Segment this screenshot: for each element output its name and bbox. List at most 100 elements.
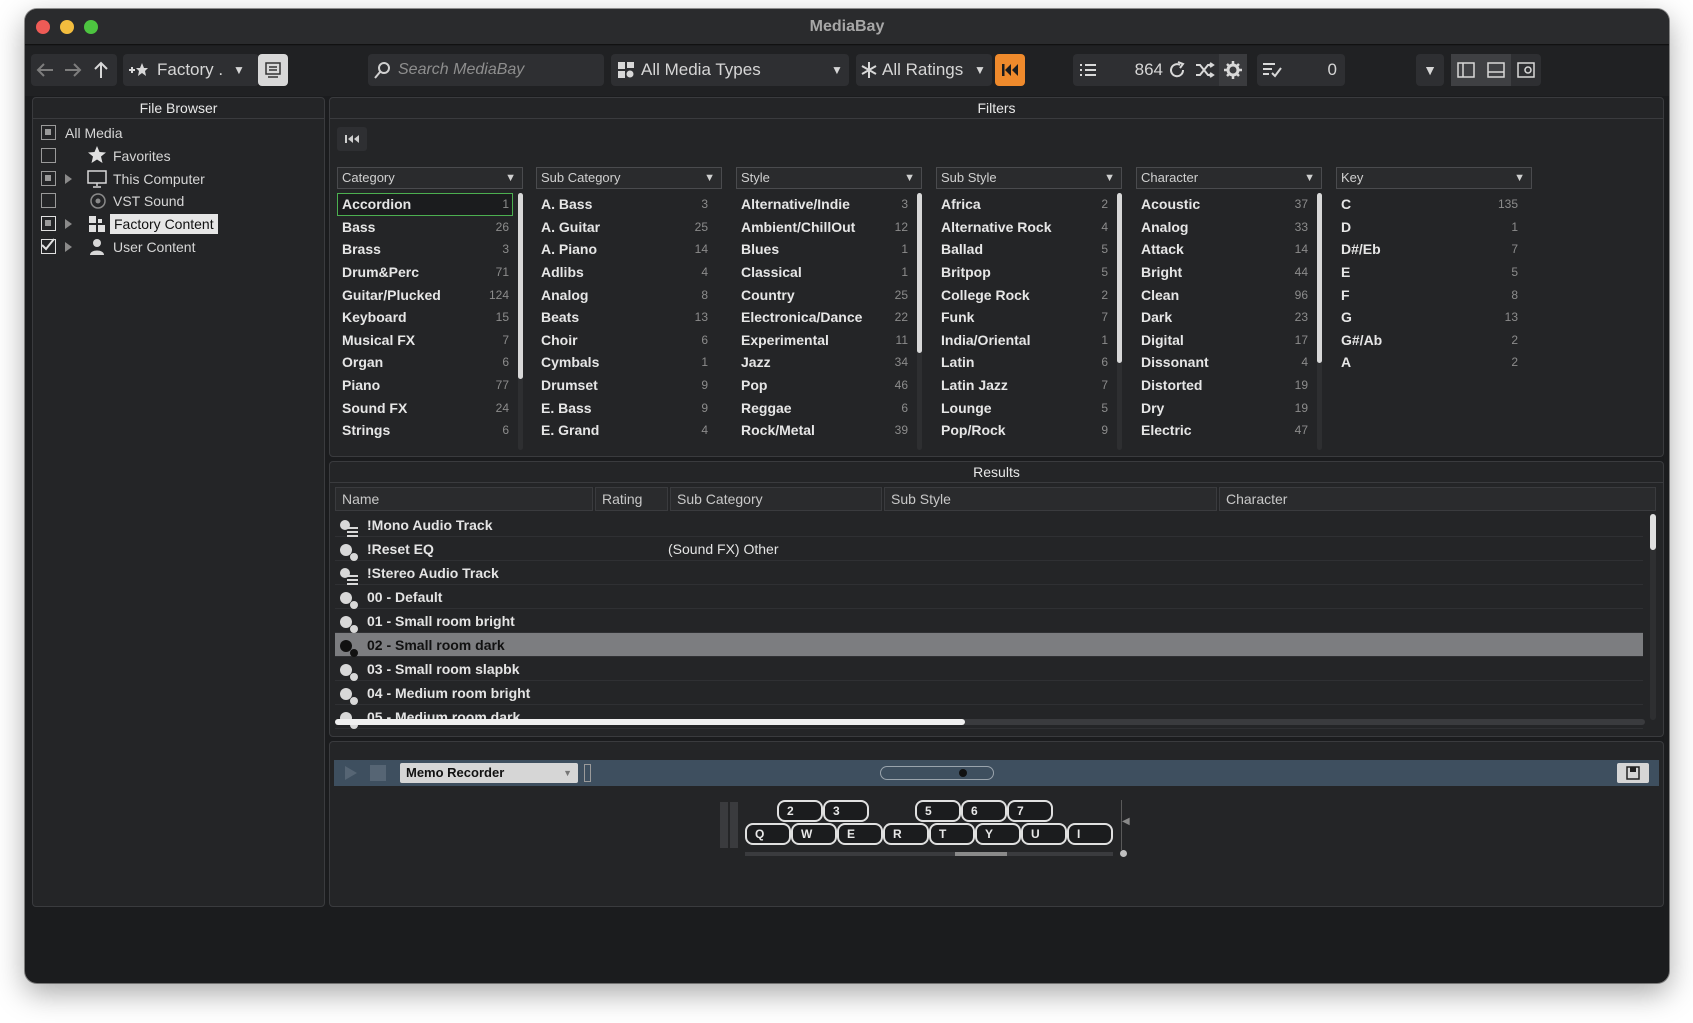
filter-item[interactable]: E. Grand 4 bbox=[536, 419, 712, 442]
filter-item[interactable]: Acoustic 37 bbox=[1136, 193, 1312, 216]
column-header-character[interactable]: Character bbox=[1219, 487, 1656, 511]
result-row[interactable]: 00 - Default bbox=[335, 585, 1643, 609]
virtual-key-w[interactable]: W bbox=[791, 823, 837, 845]
column-header-sub-category[interactable]: Sub Category bbox=[670, 487, 882, 511]
reset-filters-button[interactable] bbox=[995, 54, 1025, 86]
filter-item[interactable]: Guitar/Plucked 124 bbox=[337, 283, 513, 306]
filter-item[interactable]: Rock/Metal 39 bbox=[736, 419, 912, 442]
checkbox-checked[interactable] bbox=[41, 238, 56, 254]
filter-item[interactable]: Attack 14 bbox=[1136, 238, 1312, 261]
search-field[interactable]: Search MediaBay bbox=[368, 54, 604, 86]
result-row[interactable]: 01 - Small room bright bbox=[335, 609, 1643, 633]
up-arrow-icon[interactable] bbox=[87, 61, 115, 79]
result-row[interactable]: 05 - Medium room dark bbox=[335, 705, 1643, 729]
list-view-icon[interactable] bbox=[1073, 63, 1103, 77]
filter-item[interactable]: Bass 26 bbox=[337, 216, 513, 239]
scrollbar-thumb[interactable] bbox=[1650, 514, 1656, 550]
search-input[interactable]: Search MediaBay bbox=[398, 61, 524, 79]
filter-item[interactable]: Organ 6 bbox=[337, 351, 513, 374]
filter-item[interactable]: Adlibs 4 bbox=[536, 261, 712, 284]
filter-item[interactable]: Classical 1 bbox=[736, 261, 912, 284]
filter-column-header[interactable]: Key ▼ bbox=[1336, 167, 1532, 189]
virtual-key-7[interactable]: 7 bbox=[1007, 800, 1053, 822]
result-row[interactable]: 04 - Medium room bright bbox=[335, 681, 1643, 705]
forward-arrow-icon[interactable] bbox=[59, 63, 87, 77]
ratings-dropdown[interactable]: All Ratings ▼ bbox=[856, 54, 992, 86]
filter-item[interactable]: Alternative/Indie 3 bbox=[736, 193, 912, 216]
filter-item[interactable]: Bright 44 bbox=[1136, 261, 1312, 284]
virtual-key-u[interactable]: U bbox=[1021, 823, 1067, 845]
filter-scrollbar[interactable] bbox=[518, 193, 523, 450]
refresh-icon[interactable] bbox=[1163, 61, 1191, 79]
result-row[interactable]: !Mono Audio Track bbox=[335, 513, 1643, 537]
filter-item[interactable]: Africa 2 bbox=[936, 193, 1112, 216]
filter-item[interactable]: G 13 bbox=[1336, 306, 1522, 329]
filter-item[interactable]: Piano 77 bbox=[337, 374, 513, 397]
filter-item[interactable]: Electric 47 bbox=[1136, 419, 1312, 442]
filter-column-header[interactable]: Character ▼ bbox=[1136, 167, 1322, 189]
filter-item[interactable]: Pop/Rock 9 bbox=[936, 419, 1112, 442]
expand-triangle-icon[interactable] bbox=[65, 242, 72, 252]
filter-item[interactable]: India/Oriental 1 bbox=[936, 329, 1112, 352]
result-row[interactable]: !Reset EQ (Sound FX) Other bbox=[335, 537, 1643, 561]
filter-item[interactable]: Clean 96 bbox=[1136, 283, 1312, 306]
checkbox-partial[interactable] bbox=[41, 216, 56, 231]
column-header-rating[interactable]: Rating bbox=[595, 487, 668, 511]
left-zone-layout-icon[interactable] bbox=[1451, 54, 1481, 86]
filter-item[interactable]: Accordion 1 bbox=[337, 193, 513, 216]
checkbox-empty[interactable] bbox=[41, 148, 56, 163]
filter-item[interactable]: A2 bbox=[1336, 351, 1522, 374]
virtual-key-t[interactable]: T bbox=[929, 823, 975, 845]
filter-item[interactable]: Blues 1 bbox=[736, 238, 912, 261]
scrollbar-thumb[interactable] bbox=[335, 719, 965, 725]
filter-item[interactable]: G#/Ab 2 bbox=[1336, 329, 1522, 352]
tree-item-user-content[interactable]: User Content bbox=[33, 236, 323, 258]
filter-scrollbar[interactable] bbox=[917, 193, 922, 450]
play-icon[interactable] bbox=[344, 765, 358, 784]
filter-item[interactable]: Beats 13 bbox=[536, 306, 712, 329]
filter-item[interactable]: C 135 bbox=[1336, 193, 1522, 216]
filter-column-header[interactable]: Style ▼ bbox=[736, 167, 922, 189]
filter-item[interactable]: Ballad 5 bbox=[936, 238, 1112, 261]
location-selector[interactable]: Factory . ▼ bbox=[123, 54, 259, 86]
octave-left-arrow-icon[interactable]: ◀ bbox=[1122, 816, 1130, 827]
filter-item[interactable]: Lounge 5 bbox=[936, 396, 1112, 419]
back-arrow-icon[interactable] bbox=[31, 63, 59, 77]
filter-item[interactable]: Funk 7 bbox=[936, 306, 1112, 329]
expand-triangle-icon[interactable] bbox=[65, 174, 72, 184]
instrument-dropdown[interactable]: Memo Recorder ▼ bbox=[400, 763, 578, 783]
filter-item[interactable]: Jazz 34 bbox=[736, 351, 912, 374]
filter-item[interactable]: Keyboard 15 bbox=[337, 306, 513, 329]
filter-item[interactable]: Pop 46 bbox=[736, 374, 912, 397]
media-types-dropdown[interactable]: All Media Types ▼ bbox=[611, 54, 849, 86]
filter-column-header[interactable]: Sub Category ▼ bbox=[536, 167, 722, 189]
filter-item[interactable]: Ambient/ChillOut 12 bbox=[736, 216, 912, 239]
filter-item[interactable]: College Rock 2 bbox=[936, 283, 1112, 306]
tree-item-factory-content[interactable]: Factory Content bbox=[33, 213, 323, 235]
scrollbar-thumb[interactable] bbox=[917, 193, 922, 353]
virtual-key-3[interactable]: 3 bbox=[823, 800, 869, 822]
filter-item[interactable]: Drumset 9 bbox=[536, 374, 712, 397]
virtual-key-y[interactable]: Y bbox=[975, 823, 1021, 845]
filter-item[interactable]: Dry 19 bbox=[1136, 396, 1312, 419]
tree-item-all-media[interactable]: All Media bbox=[33, 122, 323, 144]
scrollbar-thumb[interactable] bbox=[1117, 193, 1122, 363]
filter-item[interactable]: Choir 6 bbox=[536, 329, 712, 352]
filter-item[interactable]: Analog 33 bbox=[1136, 216, 1312, 239]
filter-scrollbar[interactable] bbox=[1117, 193, 1122, 450]
filter-item[interactable]: Country 25 bbox=[736, 283, 912, 306]
filter-item[interactable]: E5 bbox=[1336, 261, 1522, 284]
virtual-key-r[interactable]: R bbox=[883, 823, 929, 845]
browse-button[interactable] bbox=[258, 54, 288, 86]
scrollbar-thumb[interactable] bbox=[1317, 193, 1322, 363]
filter-item[interactable]: Brass 3 bbox=[337, 238, 513, 261]
filter-item[interactable]: Strings 6 bbox=[337, 419, 513, 442]
filter-column-header[interactable]: Category ▼ bbox=[337, 167, 523, 189]
filter-item[interactable]: Dark 23 bbox=[1136, 306, 1312, 329]
result-row[interactable]: !Stereo Audio Track bbox=[335, 561, 1643, 585]
results-vertical-scrollbar[interactable] bbox=[1650, 514, 1656, 720]
filter-scrollbar[interactable] bbox=[1317, 193, 1322, 450]
filter-item[interactable]: Musical FX 7 bbox=[337, 329, 513, 352]
checkbox-partial[interactable] bbox=[41, 171, 56, 186]
filter-item[interactable]: Latin 6 bbox=[936, 351, 1112, 374]
